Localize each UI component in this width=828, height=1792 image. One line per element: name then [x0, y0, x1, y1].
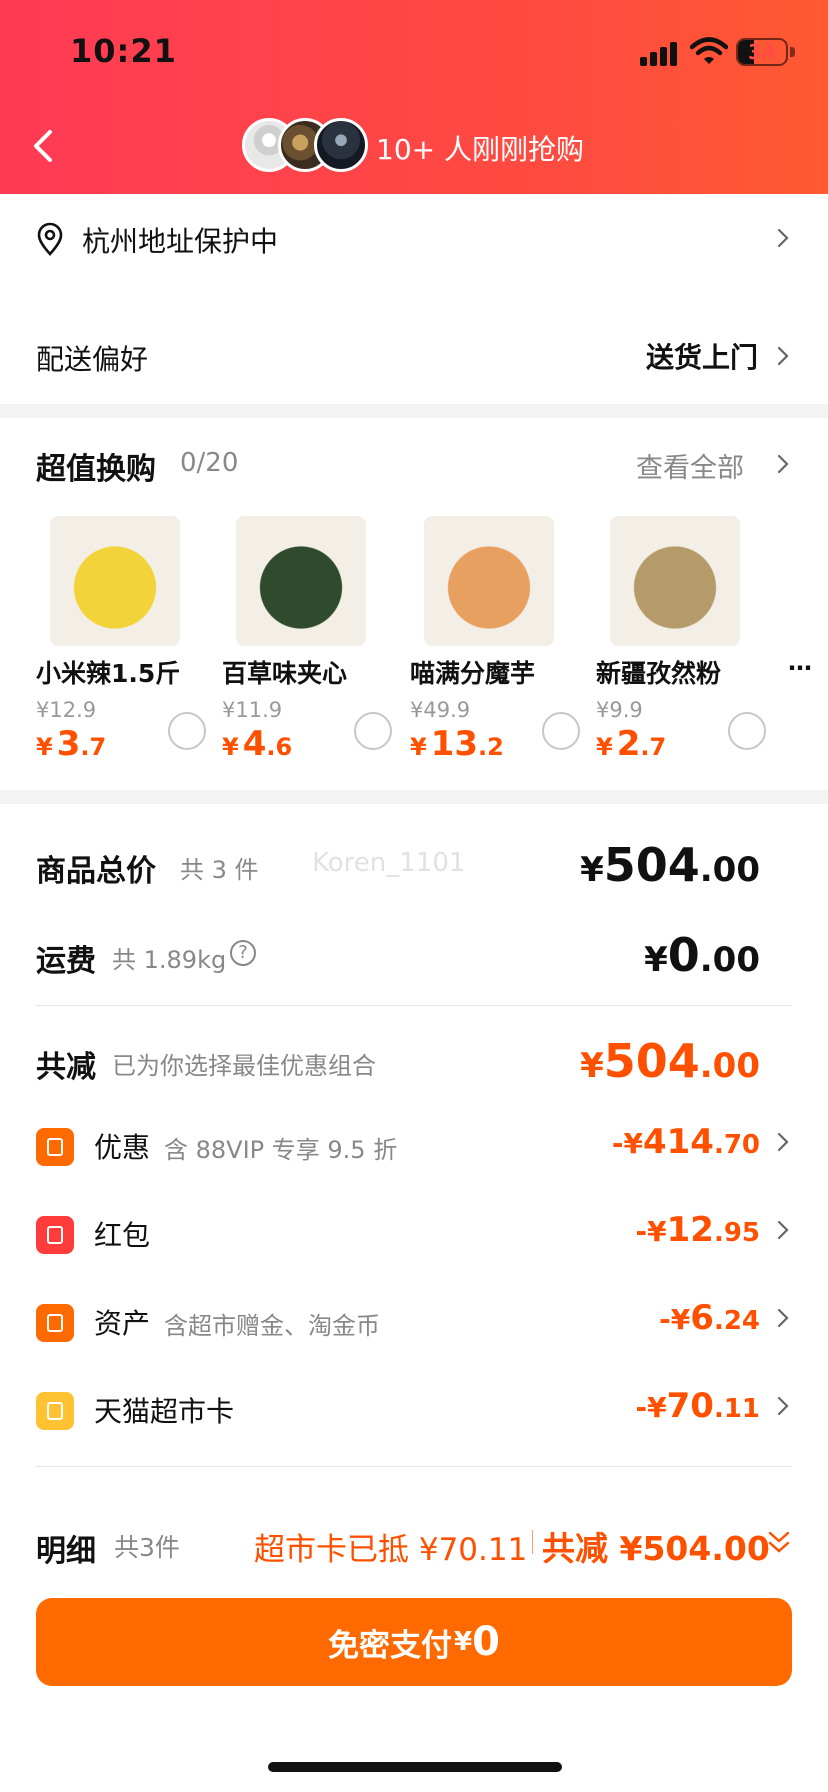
select-radio[interactable] — [542, 712, 580, 750]
upgrade-count: 0/20 — [180, 448, 239, 478]
coupon-tag-icon — [36, 1128, 74, 1166]
pay-button-amount: 0 — [472, 1619, 500, 1665]
discount-description: 含超市赠金、淘金币 — [164, 1312, 380, 1340]
home-indicator — [268, 1762, 562, 1772]
product-card[interactable]: 喵满分魔芋 ¥49.9 ¥13.2 — [410, 510, 595, 764]
gift-card-icon — [36, 1392, 74, 1430]
discount-amount[interactable]: -¥414.70 — [612, 1122, 760, 1162]
detail-label[interactable]: 明细 — [36, 1526, 96, 1570]
upgrade-section-title: 超值换购 — [36, 452, 156, 487]
battery-icon: 34 — [736, 38, 788, 66]
discount-label: 红包 — [94, 1219, 151, 1252]
delivery-preference-label: 配送偏好 — [36, 343, 149, 376]
product-price: ¥3.7 — [36, 724, 107, 764]
back-arrow-icon[interactable] — [30, 128, 60, 164]
delivery-preference-value[interactable]: 送货上门 — [646, 336, 758, 376]
chevron-right-icon[interactable] — [776, 452, 790, 476]
shipping-label: 运费 — [36, 944, 96, 979]
product-image[interactable] — [424, 516, 554, 646]
product-card[interactable]: 小米辣1.5斤 ¥12.9 ¥3.7 — [36, 510, 221, 764]
double-chevron-down-icon[interactable] — [766, 1528, 792, 1556]
chevron-right-icon[interactable] — [776, 1306, 790, 1330]
goods-total-amount: ¥504.00 — [580, 838, 760, 892]
discount-label: 天猫超市卡 — [94, 1395, 235, 1428]
discount-amount[interactable]: -¥12.95 — [636, 1210, 761, 1250]
total-reduction-text: 共减 ¥504.00 — [542, 1529, 770, 1568]
discount-label: 优惠 — [94, 1131, 151, 1164]
select-radio[interactable] — [354, 712, 392, 750]
status-time: 10:21 — [70, 32, 177, 70]
product-original-price: ¥11.9 — [222, 698, 283, 722]
battery-level: 34 — [748, 40, 776, 64]
asset-yen-icon — [36, 1304, 74, 1342]
discount-total-amount: ¥504.00 — [580, 1034, 760, 1088]
section-divider — [0, 404, 828, 418]
chevron-right-icon[interactable] — [776, 1130, 790, 1154]
detail-count: 共3件 — [114, 1533, 180, 1562]
help-icon[interactable]: ? — [230, 940, 256, 966]
divider-line — [36, 1466, 792, 1467]
shipping-weight: 共 1.89kg — [112, 946, 227, 974]
product-card[interactable]: 新疆孜然粉 ¥9.9 ¥2.7 — [596, 510, 781, 764]
address-text[interactable]: 杭州地址保护中 — [82, 220, 278, 260]
pay-button-currency: ¥ — [454, 1627, 473, 1657]
product-image[interactable] — [610, 516, 740, 646]
buyer-avatar — [314, 118, 368, 172]
text-separator — [532, 1530, 533, 1554]
product-name: 喵满分魔芋 — [410, 659, 536, 688]
cellular-signal-icon — [640, 42, 680, 66]
discount-hint: 已为你选择最佳优惠组合 — [112, 1052, 376, 1080]
recent-buyers-text: 10+ 人刚刚抢购 — [376, 133, 584, 166]
goods-count: 共 3 件 — [180, 856, 259, 884]
product-original-price: ¥49.9 — [410, 698, 471, 722]
product-price: ¥13.2 — [410, 724, 504, 764]
red-packet-icon — [36, 1216, 74, 1254]
product-card[interactable]: 百草味夹心 ¥11.9 ¥4.6 — [222, 510, 407, 764]
pay-button-label: 免密支付 — [328, 1627, 453, 1664]
product-name: 百草味夹心 — [222, 659, 348, 688]
product-original-price: ¥9.9 — [596, 698, 643, 722]
discount-amount[interactable]: -¥70.11 — [636, 1386, 761, 1426]
view-all-link[interactable]: 查看全部 — [636, 446, 744, 485]
product-price: ¥2.7 — [596, 724, 667, 764]
chevron-right-icon[interactable] — [776, 226, 790, 250]
product-image[interactable] — [50, 516, 180, 646]
next-product-peek: ⋯ — [788, 654, 812, 682]
select-radio[interactable] — [728, 712, 766, 750]
goods-total-label: 商品总价 — [36, 854, 156, 889]
battery-tip — [790, 47, 795, 57]
card-deducted-text: 超市卡已抵 ¥70.11 — [254, 1532, 528, 1568]
shipping-amount: ¥0.00 — [644, 928, 760, 982]
product-image[interactable] — [236, 516, 366, 646]
product-original-price: ¥12.9 — [36, 698, 97, 722]
select-radio[interactable] — [168, 712, 206, 750]
chevron-right-icon[interactable] — [776, 344, 790, 368]
chevron-right-icon[interactable] — [776, 1394, 790, 1418]
product-name: 新疆孜然粉 — [596, 659, 722, 688]
product-price: ¥4.6 — [222, 724, 293, 764]
location-pin-icon — [37, 222, 63, 256]
divider-line — [36, 1005, 792, 1006]
pay-button[interactable]: 免密支付 ¥ 0 — [36, 1598, 792, 1686]
section-divider — [0, 790, 828, 804]
product-name: 小米辣1.5斤 — [36, 659, 181, 688]
wifi-icon — [690, 37, 728, 64]
chevron-right-icon[interactable] — [776, 1218, 790, 1242]
discount-amount[interactable]: -¥6.24 — [659, 1298, 760, 1338]
discount-label: 资产 — [94, 1307, 151, 1340]
watermark: Koren_1101 — [312, 848, 466, 878]
discount-description: 含 88VIP 专享 9.5 折 — [164, 1136, 398, 1164]
discount-total-label: 共减 — [36, 1050, 96, 1085]
